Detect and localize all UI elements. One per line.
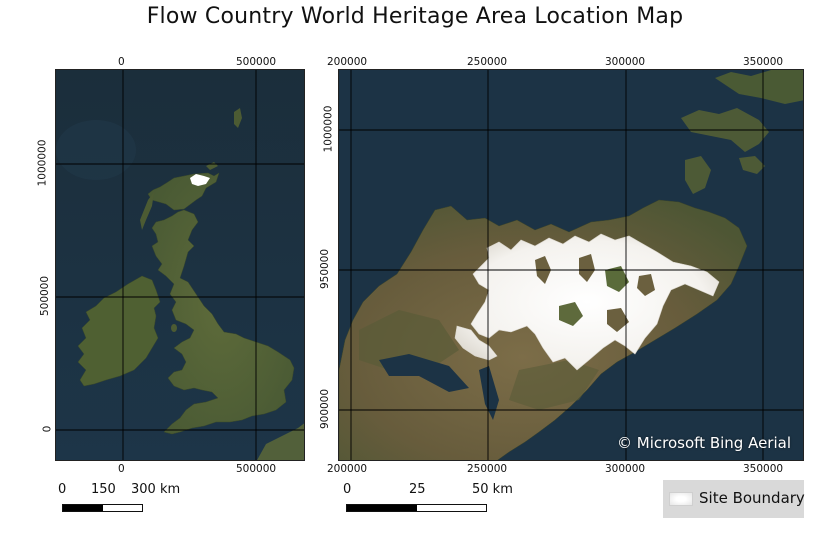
detail-x-tick-bottom-2: 300000 <box>605 463 646 475</box>
overview-y-tick-0: 1000000 <box>36 139 49 187</box>
detail-scalebar <box>346 504 487 512</box>
detail-map-canvas <box>339 70 803 460</box>
detail-x-tick-top-1: 250000 <box>467 56 508 68</box>
detail-scalebar-label-2: 50 km <box>472 482 513 497</box>
detail-scalebar-label-0: 0 <box>343 482 352 497</box>
map-title: Flow Country World Heritage Area Locatio… <box>146 4 684 29</box>
overview-x-tick-top-1: 500000 <box>236 56 277 68</box>
detail-map[interactable]: © Microsoft Bing Aerial <box>338 69 804 461</box>
detail-x-tick-top-0: 200000 <box>327 56 368 68</box>
detail-x-tick-top-2: 300000 <box>605 56 646 68</box>
detail-x-tick-bottom-3: 350000 <box>743 463 784 475</box>
overview-scalebar-label-1: 150 <box>91 482 116 497</box>
detail-x-tick-bottom-1: 250000 <box>467 463 508 475</box>
detail-y-tick-0: 1000000 <box>322 105 335 153</box>
overview-y-tick-1: 500000 <box>39 275 52 317</box>
overview-y-tick-2: 0 <box>41 425 54 433</box>
overview-scalebar <box>62 504 143 512</box>
overview-x-tick-bottom-1: 500000 <box>236 463 277 475</box>
detail-x-tick-top-3: 350000 <box>743 56 784 68</box>
detail-x-tick-bottom-0: 200000 <box>327 463 368 475</box>
overview-scalebar-label-2: 300 km <box>131 482 181 497</box>
detail-scalebar-label-1: 25 <box>409 482 426 497</box>
isle-of-man <box>171 324 177 332</box>
imagery-credit: © Microsoft Bing Aerial <box>617 434 791 452</box>
map-legend: Site Boundary <box>663 480 805 518</box>
overview-x-tick-bottom-0: 0 <box>118 463 125 475</box>
overview-map[interactable] <box>55 69 305 461</box>
detail-y-tick-2: 900000 <box>319 388 332 430</box>
overview-x-tick-top-0: 0 <box>118 56 125 68</box>
legend-label: Site Boundary <box>699 489 805 507</box>
overview-shelf <box>56 120 136 180</box>
detail-y-tick-1: 950000 <box>319 248 332 290</box>
overview-map-canvas <box>56 70 304 460</box>
overview-scalebar-label-0: 0 <box>58 482 67 497</box>
site-boundary-swatch <box>669 492 693 506</box>
